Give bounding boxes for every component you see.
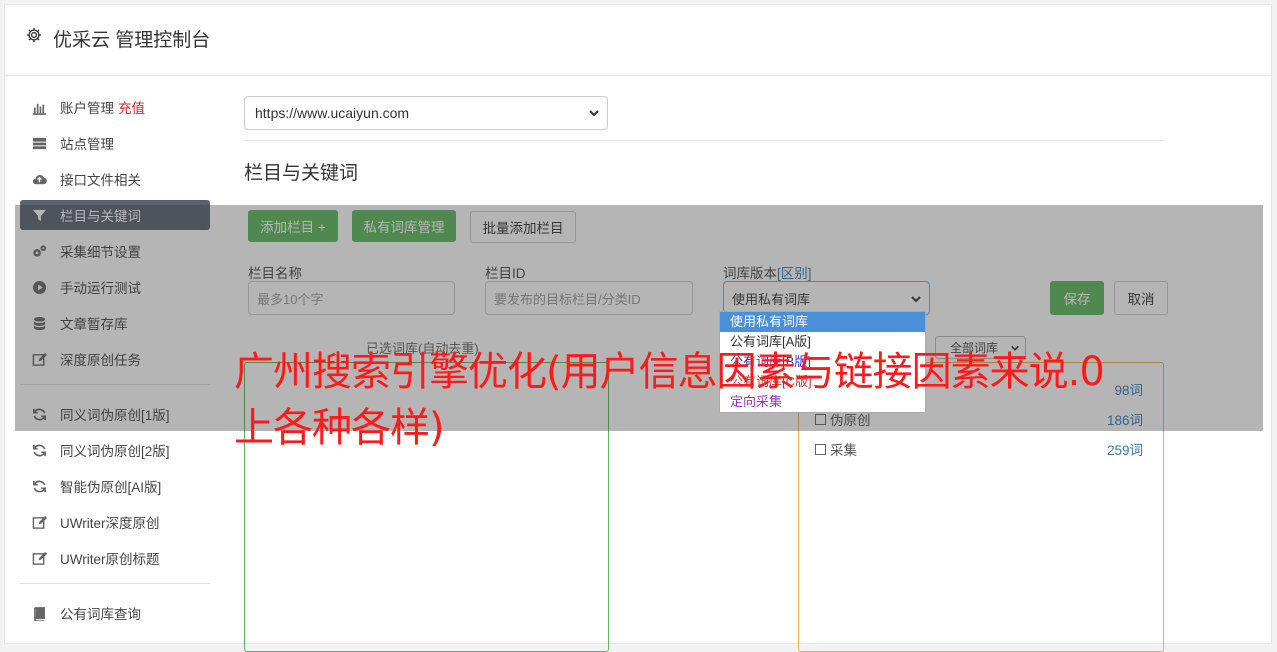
recharge-link[interactable]: 充值 xyxy=(118,97,145,117)
sidebar-item-public-lib[interactable]: 公有词库查询 xyxy=(20,598,210,628)
sidebar-item-label: 账户管理 xyxy=(60,101,114,116)
sidebar-divider xyxy=(20,583,210,584)
sidebar-item-sites[interactable]: 站点管理 xyxy=(20,128,210,158)
gear-icon xyxy=(25,26,43,44)
divider xyxy=(244,140,1164,141)
book-icon xyxy=(31,605,47,621)
sidebar-item-ai-original[interactable]: 智能伪原创[AI版] xyxy=(20,471,210,501)
bar-chart-icon xyxy=(31,99,47,115)
edit-icon xyxy=(31,550,47,566)
sidebar-item-account[interactable]: 账户管理 充值 xyxy=(20,92,210,122)
server-icon xyxy=(31,135,47,151)
sidebar-item-label: 站点管理 xyxy=(60,137,114,152)
sidebar-item-label: 智能伪原创[AI版] xyxy=(60,480,162,495)
sidebar-item-label: 公有词库查询 xyxy=(60,607,141,622)
chevron-down-icon xyxy=(589,110,599,117)
sidebar-item-uwriter-title[interactable]: UWriter原创标题 xyxy=(20,543,210,573)
site-select-value: https://www.ucaiyun.com xyxy=(255,105,410,121)
app-title: 优采云 管理控制台 xyxy=(53,30,211,51)
headline-overlay: 广州搜索引擎优化(用户信息因素与链接因素来说.0上各种各样) xyxy=(234,349,1105,451)
site-select[interactable]: https://www.ucaiyun.com xyxy=(244,96,608,130)
cloud-upload-icon xyxy=(31,171,47,187)
section-title: 栏目与关键词 xyxy=(244,163,359,184)
edit-icon xyxy=(31,514,47,530)
refresh-icon xyxy=(31,478,47,494)
sidebar-item-label: UWriter深度原创 xyxy=(60,516,160,531)
sidebar-item-label: 接口文件相关 xyxy=(60,173,141,188)
refresh-icon xyxy=(31,442,47,458)
sidebar-item-label: 同义词伪原创[2版] xyxy=(60,444,170,459)
version-option[interactable]: 使用私有词库 xyxy=(720,312,925,332)
sidebar-item-synonym-v2[interactable]: 同义词伪原创[2版] xyxy=(20,435,210,465)
sidebar-item-label: UWriter原创标题 xyxy=(60,552,160,567)
sidebar-item-uwriter-deep[interactable]: UWriter深度原创 xyxy=(20,507,210,537)
sidebar-item-interface[interactable]: 接口文件相关 xyxy=(20,164,210,194)
